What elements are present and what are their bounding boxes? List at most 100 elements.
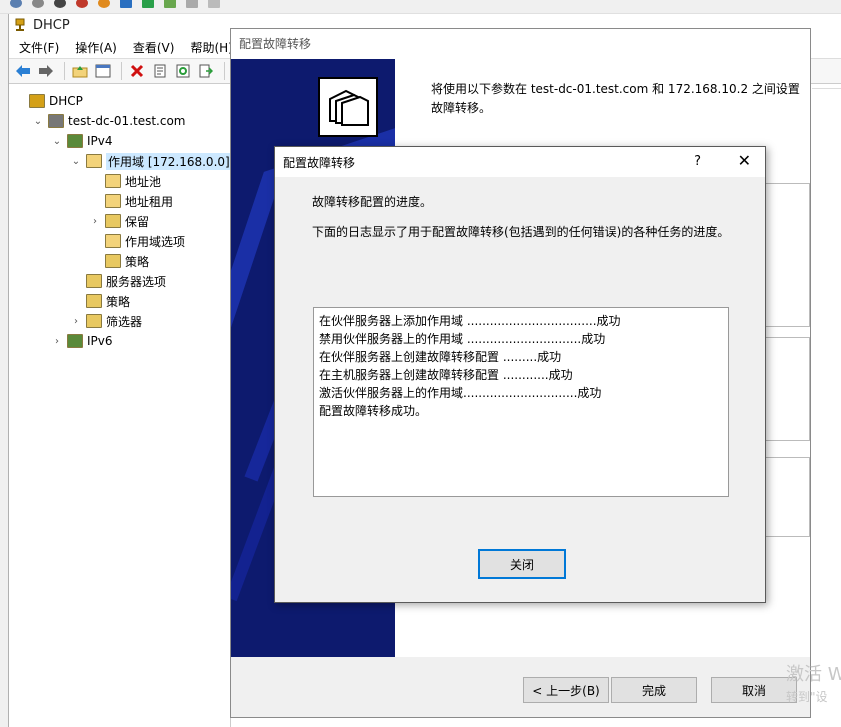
pause-vm-icon: [120, 0, 132, 8]
left-edge-window: [0, 160, 8, 310]
wizard-description: 将使用以下参数在 test-dc-01.test.com 和 172.168.1…: [431, 82, 800, 115]
top-strip: [0, 0, 841, 14]
console-tree: DHCP ⌄ test-dc-01.test.com ⌄ IPv4 ⌄ 作用域 [172.1…: [9, 86, 247, 727]
tree-item-label: 策略: [125, 254, 150, 269]
tree-item[interactable]: DHCP: [13, 91, 83, 111]
stop-icon: [32, 0, 44, 8]
forward-arrow-icon[interactable]: [36, 61, 56, 81]
dhcp-app-icon: [15, 18, 25, 31]
menu-view[interactable]: 查看(V): [133, 39, 175, 56]
tree-item-label: 地址池: [125, 174, 162, 189]
collapse-chevron-icon[interactable]: ›: [89, 216, 101, 227]
dialog-title-bar: 配置故障转移 ? ✕: [275, 147, 765, 177]
tree-item[interactable]: 策略: [89, 251, 149, 271]
tree-item-label: DHCP: [49, 94, 83, 108]
tree-item[interactable]: › 筛选器: [70, 311, 142, 331]
collapse-chevron-icon[interactable]: ›: [51, 336, 63, 347]
log-line: 配置故障转移成功。: [319, 404, 428, 418]
tree-item[interactable]: › IPv6: [51, 331, 113, 351]
revert-icon: [186, 0, 198, 8]
menu-action[interactable]: 操作(A): [75, 39, 117, 56]
tree-item-label: 保留: [125, 214, 150, 229]
show-hide-tree-icon[interactable]: [93, 61, 113, 81]
server-options-icon: [86, 274, 102, 288]
progress-log[interactable]: 在伙伴服务器上添加作用域 ...........................…: [313, 307, 729, 497]
log-line: 在伙伴服务器上添加作用域 ...........................…: [319, 314, 621, 328]
pause-icon: [54, 0, 66, 8]
toolbar-separator: [121, 62, 122, 80]
up-folder-icon[interactable]: [70, 61, 90, 81]
filter-icon: [86, 314, 102, 328]
properties-icon[interactable]: [150, 61, 170, 81]
scope-options-icon: [105, 234, 121, 248]
tree-item[interactable]: 策略: [70, 291, 130, 311]
help-button[interactable]: ?: [694, 154, 701, 169]
tree-item-label: IPv6: [87, 334, 113, 348]
toolbar-separator: [224, 62, 225, 80]
right-divider: [812, 88, 841, 89]
cancel-button[interactable]: 取消: [711, 677, 797, 703]
dialog-title: 配置故障转移: [283, 155, 356, 170]
wizard-summary-box: [765, 183, 810, 327]
wizard-folder-icon: [318, 77, 378, 137]
tree-item-label: 地址租用: [125, 194, 174, 209]
log-line: 在伙伴服务器上创建故障转移配置 .........成功: [319, 350, 562, 364]
play-icon: [142, 0, 154, 8]
tree-item-label: 作用域选项: [125, 234, 186, 249]
tree-item-label: 筛选器: [106, 314, 143, 329]
dialog-description: 下面的日志显示了用于配置故障转移(包括遇到的任何错误)的各种任务的进度。: [312, 225, 730, 239]
reservation-icon: [105, 214, 121, 228]
back-arrow-icon[interactable]: [13, 61, 33, 81]
tree-item[interactable]: ⌄ 作用域 [172.168.0.0] IT: [70, 151, 247, 171]
activation-watermark-sub: 转到"设: [786, 690, 828, 704]
address-pool-icon: [105, 174, 121, 188]
expand-chevron-icon[interactable]: ⌄: [51, 136, 63, 147]
tree-item-label: 作用域 [172.168.0.0] IT: [106, 152, 247, 170]
tree-item[interactable]: › 保留: [89, 211, 149, 231]
log-line: 激活伙伴服务器上的作用域............................…: [319, 386, 602, 400]
address-lease-icon: [105, 194, 121, 208]
tree-item[interactable]: ⌄ IPv4: [51, 131, 113, 151]
log-line: 在主机服务器上创建故障转移配置 ............成功: [319, 368, 573, 382]
failover-progress-dialog: 配置故障转移 ? ✕ 故障转移配置的进度。 下面的日志显示了用于配置故障转移(包…: [274, 146, 766, 603]
scope-folder-icon: [86, 154, 102, 168]
server-icon: [48, 114, 64, 128]
activation-watermark: 激活 W: [786, 664, 841, 685]
dialog-heading: 故障转移配置的进度。: [312, 195, 433, 209]
back-button[interactable]: < 上一步(B): [523, 677, 609, 703]
window-icon: [10, 0, 22, 8]
refresh-icon[interactable]: [173, 61, 193, 81]
tree-item-label: 服务器选项: [106, 274, 167, 289]
delete-icon[interactable]: [127, 61, 147, 81]
tree-item[interactable]: 地址租用: [89, 191, 173, 211]
policy-icon: [86, 294, 102, 308]
wizard-summary-box: [765, 457, 810, 537]
tree-item-label: IPv4: [87, 134, 113, 148]
share-icon: [208, 0, 220, 8]
expand-chevron-icon[interactable]: ⌄: [70, 156, 82, 167]
tree-item-label: test-dc-01.test.com: [68, 114, 186, 128]
tree-item[interactable]: ⌄ test-dc-01.test.com: [32, 111, 186, 131]
ipv4-icon: [67, 134, 83, 148]
menu-file[interactable]: 文件(F): [19, 39, 59, 56]
top-icons: [10, 0, 220, 8]
tree-item-label: 策略: [106, 294, 131, 309]
policy-icon: [105, 254, 121, 268]
power-icon: [98, 0, 110, 8]
tree-item[interactable]: 地址池: [89, 171, 161, 191]
menu-help[interactable]: 帮助(H): [190, 39, 232, 56]
log-line: 禁用伙伴服务器上的作用域 ...........................…: [319, 332, 606, 346]
tree-item[interactable]: 作用域选项: [89, 231, 185, 251]
console-title: DHCP: [33, 17, 70, 33]
tree-item[interactable]: 服务器选项: [70, 271, 166, 291]
collapse-chevron-icon[interactable]: ›: [70, 316, 82, 327]
expand-chevron-icon[interactable]: ⌄: [32, 116, 44, 127]
close-icon[interactable]: ✕: [738, 151, 751, 170]
finish-button[interactable]: 完成: [611, 677, 697, 703]
wizard-summary-box: [765, 337, 810, 441]
wizard-footer: < 上一步(B) 完成 取消: [231, 657, 810, 717]
close-button[interactable]: 关闭: [478, 549, 566, 579]
wizard-title: 配置故障转移: [231, 29, 810, 59]
checkpoint-icon: [164, 0, 176, 8]
export-list-icon[interactable]: [196, 61, 216, 81]
